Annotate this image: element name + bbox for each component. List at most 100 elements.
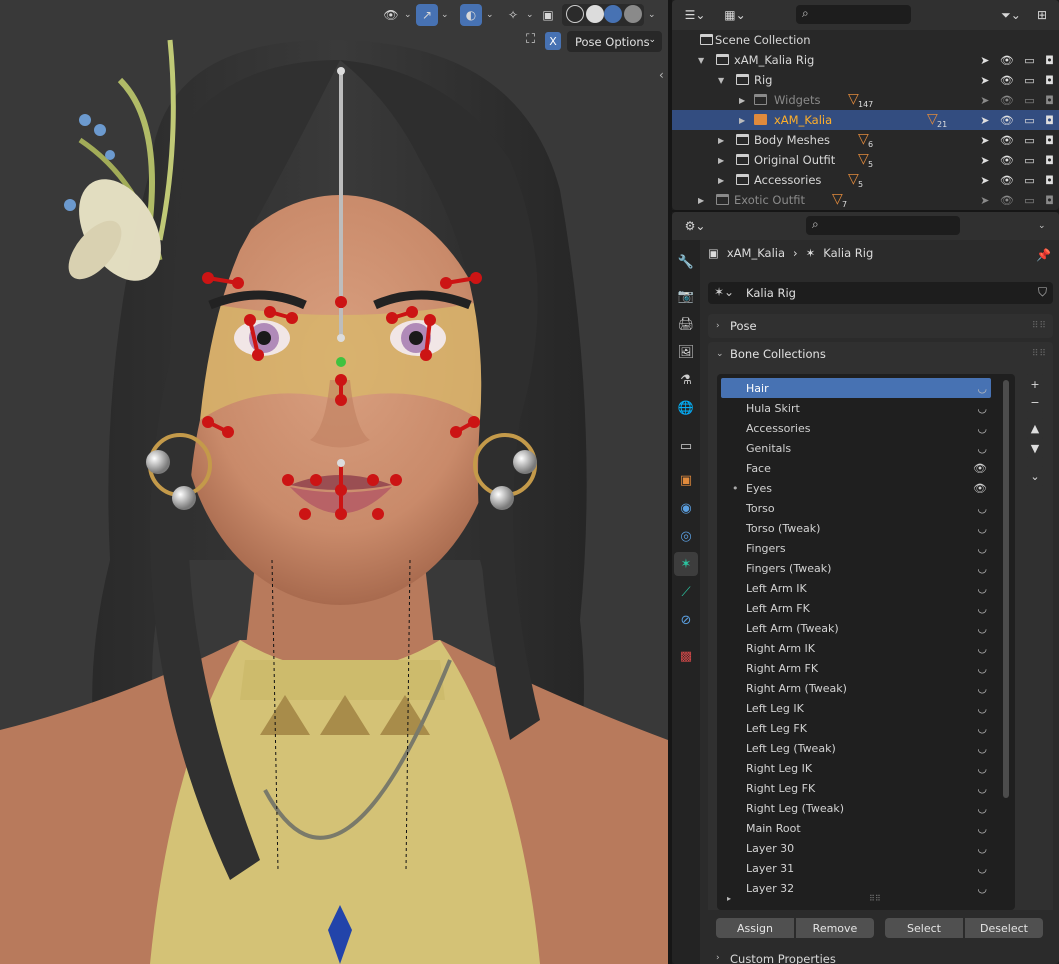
visibility-eye-closed-icon[interactable]: ◡ bbox=[977, 782, 987, 795]
overlays-toggle-icon[interactable]: ◐ bbox=[460, 4, 482, 26]
output-tab-icon[interactable]: 🖨 bbox=[674, 312, 698, 336]
move-down-button[interactable]: ▼ bbox=[1025, 438, 1045, 458]
visibility-eye-closed-icon[interactable]: ◡ bbox=[977, 822, 987, 835]
move-up-button[interactable]: ▲ bbox=[1025, 418, 1045, 438]
outliner-row[interactable]: Scene Collection bbox=[672, 30, 1059, 50]
chevron-down-icon[interactable]: ⌄ bbox=[1038, 221, 1046, 231]
filter-icon[interactable]: ⏷⌄ bbox=[994, 4, 1028, 26]
disclosure-collapsed-icon[interactable]: ▶ bbox=[739, 96, 745, 105]
outliner-row[interactable]: ▶ Body Meshes ▽ 6 ➤ 👁 ▭ ◘ bbox=[672, 130, 1059, 150]
viewport-monitor-icon[interactable]: ▭ bbox=[1024, 94, 1034, 107]
visibility-eye-closed-icon[interactable]: ◡ bbox=[977, 542, 987, 555]
outliner-row[interactable]: ▶ Accessories ▽ 5 ➤ 👁 ▭ ◘ bbox=[672, 170, 1059, 190]
new-collection-icon[interactable]: ⊞ bbox=[1032, 4, 1052, 26]
visibility-eye-closed-icon[interactable]: ◡ bbox=[977, 622, 987, 635]
visibility-eye-icon[interactable]: 👁 bbox=[1000, 134, 1014, 147]
bone-collection-item[interactable]: Right Leg IK ◡ bbox=[721, 758, 991, 778]
collection-specials-button[interactable]: ⌄ bbox=[1025, 466, 1045, 486]
bone-collection-item[interactable]: Fingers ◡ bbox=[721, 538, 991, 558]
select-toggle-icon[interactable]: ➤ bbox=[980, 114, 989, 127]
render-camera-icon[interactable]: ◘ bbox=[1045, 194, 1054, 207]
bone-collection-item[interactable]: Left Leg IK ◡ bbox=[721, 698, 991, 718]
modifier-tab-icon[interactable]: ◉ bbox=[674, 496, 698, 520]
object-tab-icon[interactable]: ▣ bbox=[674, 468, 698, 492]
visibility-eye-closed-icon[interactable]: ◡ bbox=[977, 802, 987, 815]
disclosure-collapsed-icon[interactable]: ▶ bbox=[698, 196, 704, 205]
remove-collection-button[interactable]: − bbox=[1025, 392, 1045, 412]
visibility-eye-closed-icon[interactable]: ◡ bbox=[977, 522, 987, 535]
select-toggle-icon[interactable]: ➤ bbox=[980, 134, 989, 147]
outliner-row[interactable]: ▶ xAM_Kalia ▽ 21 ➤ 👁 ▭ ◘ bbox=[672, 110, 1059, 130]
bone-collection-item[interactable]: Fingers (Tweak) ◡ bbox=[721, 558, 991, 578]
disclosure-collapsed-icon[interactable]: ▶ bbox=[718, 136, 724, 145]
bone-collection-item[interactable]: Right Arm IK ◡ bbox=[721, 638, 991, 658]
visibility-eye-closed-icon[interactable]: ◡ bbox=[977, 642, 987, 655]
disclosure-collapsed-icon[interactable]: ▶ bbox=[718, 176, 724, 185]
visibility-eye-icon[interactable]: 👁 bbox=[1000, 194, 1014, 207]
render-camera-icon[interactable]: ◘ bbox=[1045, 74, 1054, 87]
outliner-row[interactable]: ▶ Widgets ▽ 147 ➤ 👁 ▭ ◘ bbox=[672, 90, 1059, 110]
outliner-row[interactable]: ▼ Rig ➤ 👁 ▭ ◘ bbox=[672, 70, 1059, 90]
select-button[interactable]: Select bbox=[885, 918, 963, 938]
visibility-eye-icon[interactable]: 👁 bbox=[973, 462, 987, 475]
armature-browse-icon[interactable]: ✶⌄ bbox=[714, 285, 734, 299]
bone-collection-item[interactable]: Torso ◡ bbox=[721, 498, 991, 518]
select-toggle-icon[interactable]: ➤ bbox=[980, 74, 989, 87]
editor-type-icon[interactable]: ▦⌄ bbox=[720, 4, 750, 26]
chevron-down-icon[interactable]: ⌄ bbox=[486, 10, 494, 20]
custom-properties-panel-header[interactable]: Custom Properties bbox=[730, 952, 836, 964]
bone-collection-item[interactable]: Right Leg (Tweak) ◡ bbox=[721, 798, 991, 818]
properties-search-input[interactable]: ⌕ bbox=[806, 216, 960, 235]
3d-viewport[interactable]: 👁 ⌄ ↗ ⌄ ◐ ⌄ ✧ ⌄ ▣ ⌄ ⛶ X Pose Options ⌄ ‹ bbox=[0, 0, 668, 964]
bone-constraint-tab-icon[interactable]: ⊘ bbox=[674, 608, 698, 632]
viewport-monitor-icon[interactable]: ▭ bbox=[1024, 194, 1034, 207]
sidebar-expand-icon[interactable]: ‹ bbox=[659, 68, 664, 82]
select-toggle-icon[interactable]: ➤ bbox=[980, 54, 989, 67]
armature-data-tab-icon[interactable]: ✶ bbox=[674, 552, 698, 576]
render-camera-icon[interactable]: ◘ bbox=[1045, 54, 1054, 67]
fake-user-shield-icon[interactable]: ⛉ bbox=[1038, 285, 1047, 300]
bone-collections-list[interactable]: Hair ◡ Hula Skirt ◡ Accessories ◡ Genitals ◡ Fac… bbox=[717, 374, 1015, 910]
deselect-button[interactable]: Deselect bbox=[965, 918, 1043, 938]
visibility-eye-closed-icon[interactable]: ◡ bbox=[977, 602, 987, 615]
bone-collection-item[interactable]: Accessories ◡ bbox=[721, 418, 991, 438]
visibility-eye-closed-icon[interactable]: ◡ bbox=[977, 382, 987, 395]
viewport-monitor-icon[interactable]: ▭ bbox=[1024, 74, 1034, 87]
armature-name-field[interactable]: ✶⌄ Kalia Rig ⛉ bbox=[708, 282, 1053, 304]
disclosure-expanded-icon[interactable]: ▼ bbox=[698, 56, 704, 65]
solid-shading-icon[interactable] bbox=[586, 5, 604, 23]
rendered-shading-icon[interactable] bbox=[624, 5, 642, 23]
material-preview-shading-icon[interactable] bbox=[604, 5, 622, 23]
visibility-eye-icon[interactable]: 👁 bbox=[1000, 154, 1014, 167]
gizmo-toggle-icon[interactable]: ↗ bbox=[416, 4, 438, 26]
visibility-eye-closed-icon[interactable]: ◡ bbox=[977, 562, 987, 575]
visibility-eye-closed-icon[interactable]: ◡ bbox=[977, 422, 987, 435]
chevron-down-icon[interactable]: ⌄ bbox=[648, 10, 656, 20]
disclosure-collapsed-icon[interactable]: ▶ bbox=[739, 116, 745, 125]
visibility-eye-closed-icon[interactable]: ◡ bbox=[977, 702, 987, 715]
bone-collection-item[interactable]: • Eyes 👁 bbox=[721, 478, 991, 498]
visibility-eye-closed-icon[interactable]: ◡ bbox=[977, 682, 987, 695]
render-camera-icon[interactable]: ◘ bbox=[1045, 94, 1054, 107]
disclosure-expanded-icon[interactable]: ▼ bbox=[718, 76, 724, 85]
remove-button[interactable]: Remove bbox=[796, 918, 874, 938]
bone-collection-item[interactable]: Left Leg (Tweak) ◡ bbox=[721, 738, 991, 758]
visibility-eye-closed-icon[interactable]: ◡ bbox=[977, 402, 987, 415]
visibility-eye-closed-icon[interactable]: ◡ bbox=[977, 582, 987, 595]
chevron-down-icon[interactable]: ⌄ bbox=[441, 10, 449, 20]
bone-collection-item[interactable]: Torso (Tweak) ◡ bbox=[721, 518, 991, 538]
assign-button[interactable]: Assign bbox=[716, 918, 794, 938]
visibility-eye-closed-icon[interactable]: ◡ bbox=[977, 742, 987, 755]
visibility-eye-closed-icon[interactable]: ◡ bbox=[977, 722, 987, 735]
visibility-eye-closed-icon[interactable]: ◡ bbox=[977, 442, 987, 455]
tool-tab-icon[interactable]: 🔧 bbox=[674, 250, 698, 274]
scene-tab-icon[interactable]: ⚗ bbox=[674, 368, 698, 392]
wireframe-shading-icon[interactable] bbox=[566, 5, 584, 23]
bone-collection-item[interactable]: Hair ◡ bbox=[721, 378, 991, 398]
bone-collection-item[interactable]: Right Arm FK ◡ bbox=[721, 658, 991, 678]
select-toggle-icon[interactable]: ➤ bbox=[980, 154, 989, 167]
bone-collection-item[interactable]: Face 👁 bbox=[721, 458, 991, 478]
visibility-eye-closed-icon[interactable]: ◡ bbox=[977, 882, 987, 895]
editor-type-icon[interactable]: ⚙⌄ bbox=[680, 215, 710, 237]
render-camera-icon[interactable]: ◘ bbox=[1045, 134, 1054, 147]
